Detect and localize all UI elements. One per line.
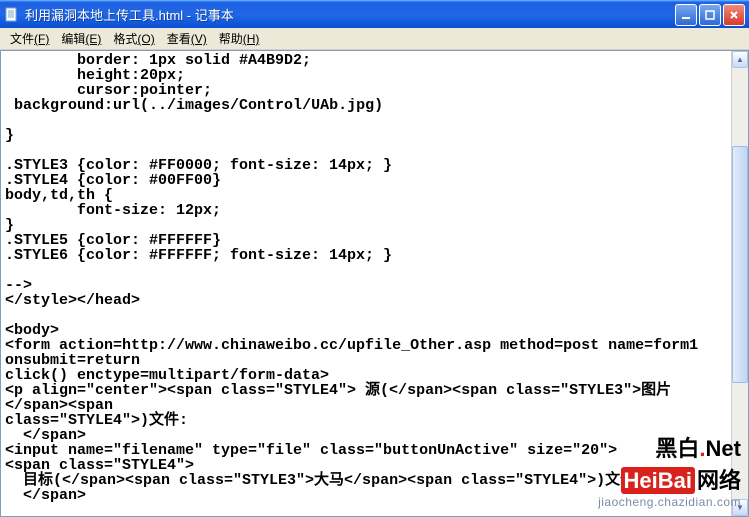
menu-edit[interactable]: 编辑(E) [55, 28, 107, 49]
scroll-thumb[interactable] [732, 146, 748, 383]
menu-help[interactable]: 帮助(H) [213, 28, 266, 49]
title-bar: 利用漏洞本地上传工具.html - 记事本 [0, 0, 749, 28]
scroll-down-button[interactable]: ▼ [732, 499, 748, 516]
editor-area: border: 1px solid #A4B9D2; height:20px; … [0, 50, 749, 517]
menu-file[interactable]: 文件(F) [4, 28, 55, 49]
minimize-button[interactable] [675, 4, 697, 26]
scroll-up-button[interactable]: ▲ [732, 51, 748, 68]
window-title: 利用漏洞本地上传工具.html - 记事本 [25, 5, 675, 24]
vertical-scrollbar[interactable]: ▲ ▼ [731, 51, 748, 516]
menu-format[interactable]: 格式(O) [107, 28, 160, 49]
menu-bar: 文件(F) 编辑(E) 格式(O) 查看(V) 帮助(H) [0, 28, 749, 50]
window-controls [675, 4, 745, 26]
maximize-button[interactable] [699, 4, 721, 26]
app-icon [4, 7, 20, 23]
menu-view[interactable]: 查看(V) [161, 28, 213, 49]
scroll-track[interactable] [732, 68, 748, 499]
close-button[interactable] [723, 4, 745, 26]
editor-content[interactable]: border: 1px solid #A4B9D2; height:20px; … [1, 51, 731, 516]
